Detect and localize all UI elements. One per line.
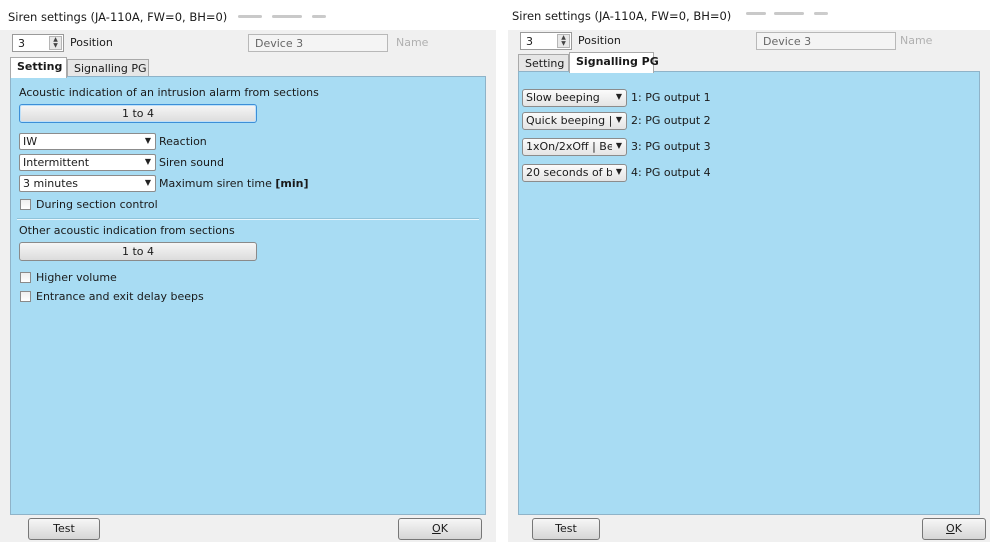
spinner-arrows[interactable]: ▲ ▼ xyxy=(557,34,570,48)
title-blur xyxy=(746,12,766,15)
tab-signalling-pg[interactable]: Signalling PG xyxy=(67,59,149,77)
siren-settings-window-right: Siren settings (JA-110A, FW=0, BH=0) 3 ▲… xyxy=(508,0,990,542)
position-row: 3 ▲ ▼ Position Device 3 Name xyxy=(518,30,980,50)
setting-panel: Acoustic indication of an intrusion alar… xyxy=(10,76,486,515)
dropdown-arrow-icon: ▼ xyxy=(144,157,151,166)
pg-output-2-select[interactable]: Quick beeping | Tl ▼ xyxy=(522,112,627,130)
max-siren-time-unit: [min] xyxy=(275,177,309,190)
device-name-field[interactable]: Device 3 xyxy=(248,34,388,52)
ok-accelerator: O xyxy=(432,522,441,535)
dropdown-arrow-icon: ▼ xyxy=(144,136,151,145)
reaction-select[interactable]: IW ▼ xyxy=(19,133,156,150)
pg-output-2-value: Quick beeping | Tl xyxy=(526,114,612,127)
higher-volume-checkbox[interactable] xyxy=(20,272,31,283)
alarm-sections-header: Acoustic indication of an intrusion alar… xyxy=(19,86,319,99)
max-siren-time-label-text: Maximum siren time xyxy=(159,177,276,190)
position-row: 3 ▲ ▼ Position Device 3 Name xyxy=(10,32,486,52)
siren-sound-select[interactable]: Intermittent ▼ xyxy=(19,154,156,171)
ok-label-rest: K xyxy=(440,522,448,535)
dropdown-arrow-icon: ▼ xyxy=(615,115,622,124)
pg-output-3-label: 3: PG output 3 xyxy=(631,140,711,153)
title-bar: Siren settings (JA-110A, FW=0, BH=0) xyxy=(508,0,990,30)
dropdown-arrow-icon: ▼ xyxy=(615,167,622,176)
max-siren-time-select[interactable]: 3 minutes ▼ xyxy=(19,175,156,192)
spin-down-icon[interactable]: ▼ xyxy=(50,43,61,49)
name-placeholder[interactable]: Name xyxy=(396,36,428,49)
window-title: Siren settings (JA-110A, FW=0, BH=0) xyxy=(8,10,228,24)
entrance-exit-beeps-label: Entrance and exit delay beeps xyxy=(36,290,204,303)
ok-button[interactable]: OK xyxy=(398,518,482,540)
dropdown-arrow-icon: ▼ xyxy=(144,178,151,187)
pg-output-1-label: 1: PG output 1 xyxy=(631,91,711,104)
position-label: Position xyxy=(578,34,621,47)
during-section-control-checkbox[interactable] xyxy=(20,199,31,210)
ok-accelerator: O xyxy=(946,522,955,535)
siren-sound-label: Siren sound xyxy=(159,156,224,169)
other-sections-button[interactable]: 1 to 4 xyxy=(19,242,257,261)
pg-output-4-select[interactable]: 20 seconds of bee ▼ xyxy=(522,164,627,182)
title-fade xyxy=(810,0,990,30)
dropdown-arrow-icon: ▼ xyxy=(615,141,622,150)
title-blur xyxy=(272,15,302,18)
position-label: Position xyxy=(70,36,113,49)
position-value: 3 xyxy=(526,35,533,48)
signalling-pg-panel: Slow beeping ▼ 1: PG output 1 Quick beep… xyxy=(518,71,980,515)
higher-volume-label: Higher volume xyxy=(36,271,117,284)
siren-sound-value: Intermittent xyxy=(23,156,90,169)
ok-button[interactable]: OK xyxy=(922,518,986,540)
max-siren-time-label: Maximum siren time [min] xyxy=(159,177,308,190)
position-spinner[interactable]: 3 ▲ ▼ xyxy=(12,34,64,52)
alarm-sections-button[interactable]: 1 to 4 xyxy=(19,104,257,123)
ok-label-rest: K xyxy=(954,522,962,535)
window-title: Siren settings (JA-110A, FW=0, BH=0) xyxy=(512,9,732,23)
test-button[interactable]: Test xyxy=(28,518,100,540)
reaction-value: IW xyxy=(23,135,38,148)
other-sections-header: Other acoustic indication from sections xyxy=(19,224,235,237)
pg-output-1-select[interactable]: Slow beeping ▼ xyxy=(522,89,627,107)
device-name-field[interactable]: Device 3 xyxy=(756,32,896,50)
spin-down-icon[interactable]: ▼ xyxy=(558,41,569,47)
during-section-control-label: During section control xyxy=(36,198,158,211)
entrance-exit-beeps-checkbox[interactable] xyxy=(20,291,31,302)
pg-output-3-select[interactable]: 1xOn/2xOff | Bee ▼ xyxy=(522,138,627,156)
spinner-arrows[interactable]: ▲ ▼ xyxy=(49,36,62,50)
pg-output-4-label: 4: PG output 4 xyxy=(631,166,711,179)
dropdown-arrow-icon: ▼ xyxy=(615,92,622,101)
title-bar: Siren settings (JA-110A, FW=0, BH=0) xyxy=(0,0,496,30)
siren-settings-window-left: Siren settings (JA-110A, FW=0, BH=0) 3 ▲… xyxy=(0,0,496,542)
tab-signalling-pg[interactable]: Signalling PG xyxy=(569,52,659,73)
tab-setting[interactable]: Setting xyxy=(10,57,67,78)
reaction-label: Reaction xyxy=(159,135,207,148)
position-spinner[interactable]: 3 ▲ ▼ xyxy=(520,32,572,50)
title-blur xyxy=(238,15,262,18)
divider-highlight xyxy=(17,219,479,220)
position-value: 3 xyxy=(18,37,25,50)
title-fade xyxy=(316,0,496,30)
max-siren-time-value: 3 minutes xyxy=(23,177,79,190)
pg-output-3-value: 1xOn/2xOff | Bee xyxy=(526,140,612,153)
pg-output-1-value: Slow beeping xyxy=(526,91,600,104)
pg-output-4-value: 20 seconds of bee xyxy=(526,166,612,179)
pg-output-2-label: 2: PG output 2 xyxy=(631,114,711,127)
title-blur xyxy=(774,12,804,15)
tab-setting[interactable]: Setting xyxy=(518,54,569,72)
name-placeholder[interactable]: Name xyxy=(900,34,932,47)
test-button[interactable]: Test xyxy=(532,518,600,540)
